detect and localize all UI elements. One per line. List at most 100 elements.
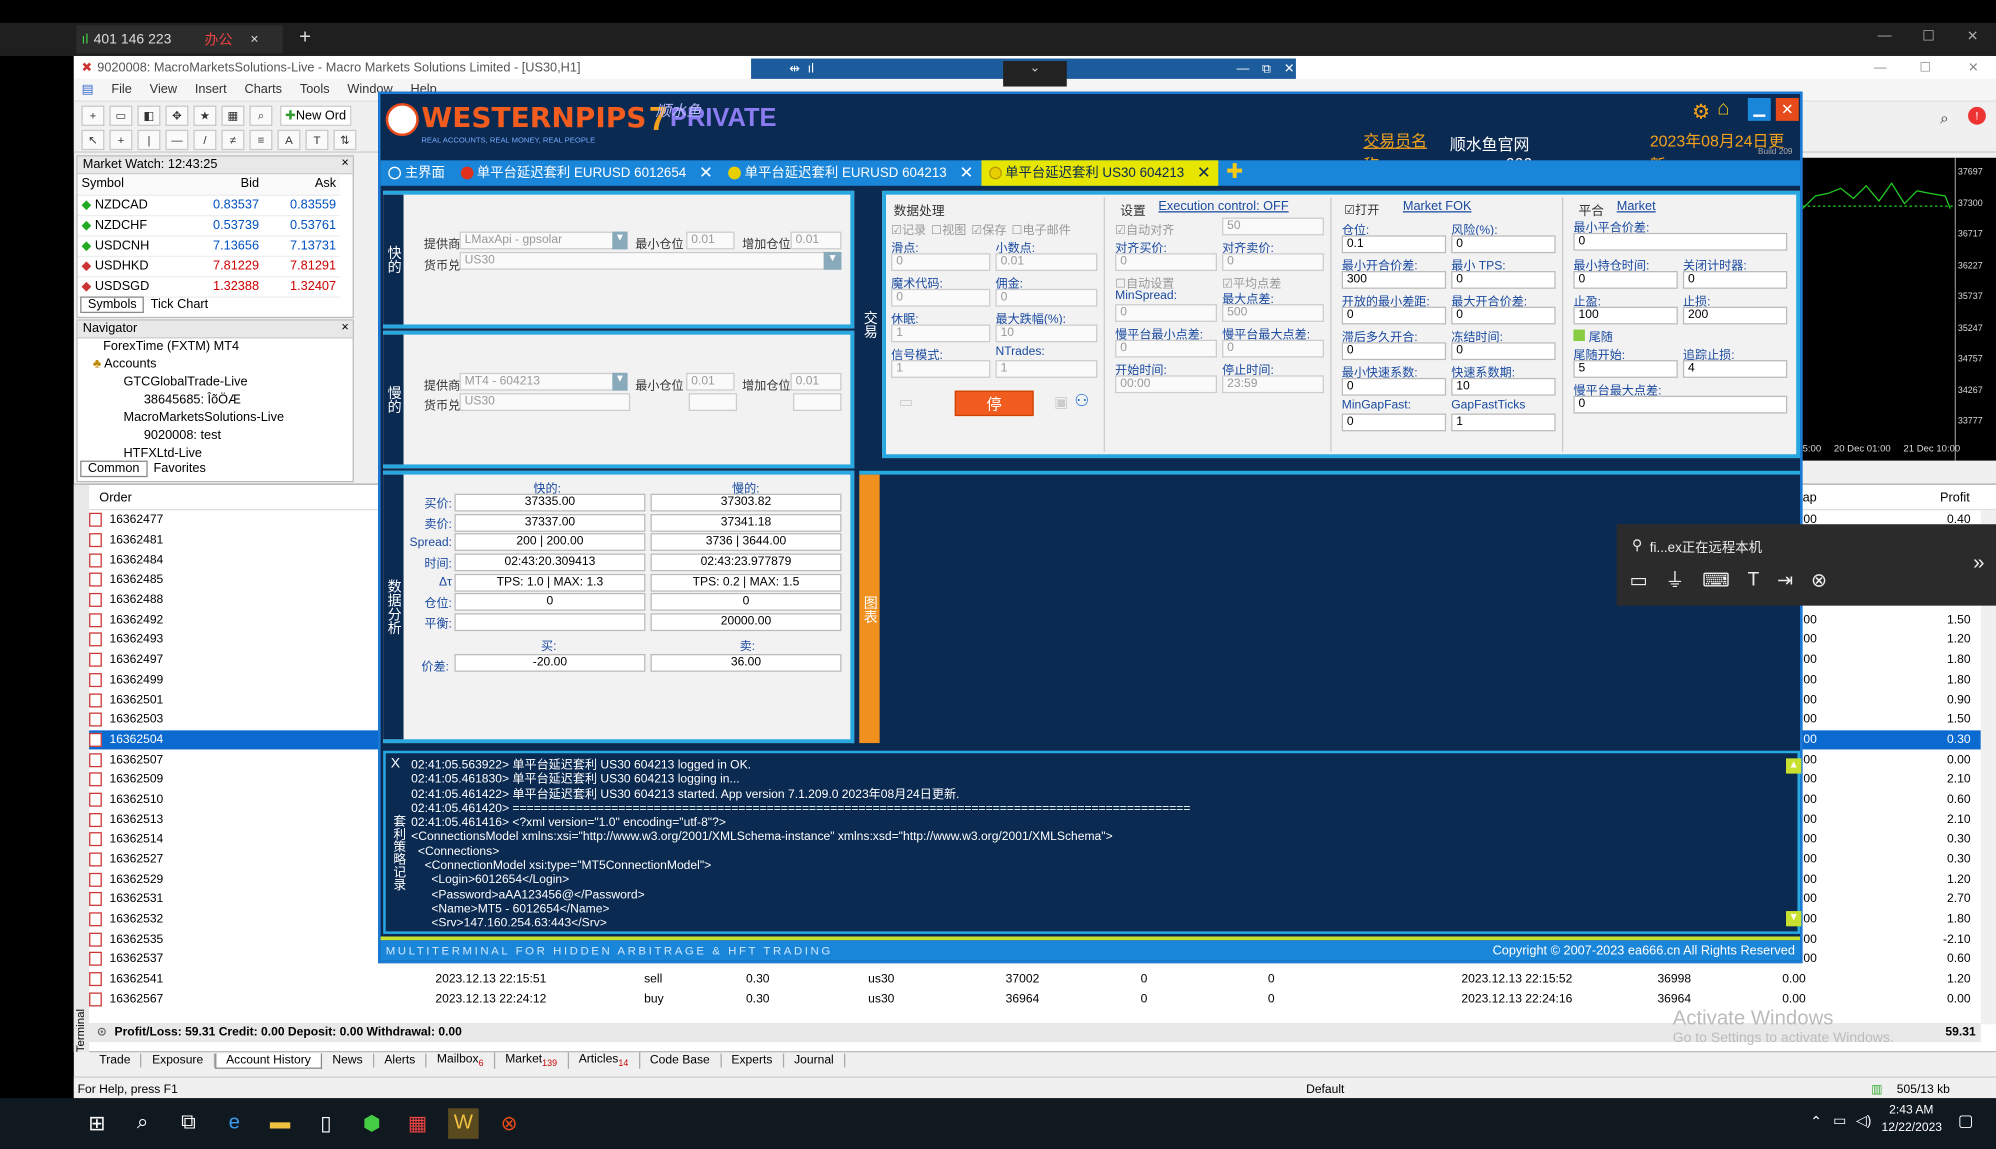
slow-inc-lot[interactable]: 0.01 [790, 372, 842, 391]
slow-max-spread-input[interactable]: 0 [1222, 339, 1324, 358]
tab-eurusd-6012654[interactable]: 单平台延迟套利 EURUSD 6012654 ✕ [453, 160, 721, 185]
disconnect-icon[interactable]: ⊗ [1811, 568, 1827, 591]
remote-session-tab[interactable]: ıl 401 146 223 办公 × [76, 25, 283, 54]
channel-icon[interactable]: ≠ [221, 129, 245, 151]
westernpips-icon[interactable]: W [448, 1108, 479, 1139]
market-row[interactable]: ◆ USDHKD 7.81229 7.81291 [77, 255, 340, 277]
menu-file[interactable]: File [111, 83, 132, 97]
users-icon[interactable]: ⚇ [1074, 391, 1089, 411]
column-header[interactable]: Bid [185, 174, 263, 196]
slow-min-lot[interactable]: 0.01 [686, 372, 735, 391]
menu-tools[interactable]: Tools [300, 83, 330, 97]
data-window-icon[interactable]: ✥ [165, 105, 189, 126]
terminal-tab-mailbox[interactable]: Mailbox6 [427, 1052, 496, 1069]
close-icon[interactable]: ✕ [1284, 62, 1295, 76]
folder-icon[interactable]: ▭ [899, 393, 913, 411]
close-log-icon[interactable]: X [391, 756, 400, 771]
price-chart[interactable]: 37697 37300 36717 36227 35737 35247 34757 34267… [1802, 157, 1996, 461]
decimal-input[interactable]: 0.01 [995, 253, 1098, 272]
tester-icon[interactable]: ⌕ [249, 105, 273, 126]
open-checkbox[interactable]: ☑打开 [1344, 200, 1379, 218]
start-time-input[interactable]: 00:00 [1115, 375, 1217, 394]
notifications-icon[interactable]: ▢ [1958, 1111, 1974, 1131]
minimize-icon[interactable]: — [1237, 62, 1250, 76]
stop-button[interactable]: 停 [954, 390, 1034, 417]
maximize-icon[interactable]: ☐ [1922, 28, 1935, 44]
add-tab-icon[interactable]: + [299, 27, 311, 50]
close-timer-input[interactable]: 0 [1682, 271, 1788, 289]
terminal-icon[interactable]: ▦ [221, 105, 245, 126]
close-icon[interactable]: × [341, 157, 348, 171]
restore-icon[interactable]: ⧉ [1262, 62, 1271, 76]
min-tps-input[interactable]: 0 [1451, 271, 1556, 289]
text-icon[interactable]: A [277, 129, 301, 151]
lot-input[interactable]: 0.1 [1341, 235, 1447, 254]
microphone-icon[interactable]: ⏚ [1665, 566, 1684, 593]
market-row[interactable]: ◆ NZDCAD 0.83537 0.83559 [77, 194, 340, 216]
notepad-icon[interactable]: ▯ [311, 1108, 342, 1139]
account-node[interactable]: 38645685: ÎõÖÆ [88, 392, 353, 410]
tab-eurusd-604213[interactable]: 单平台延迟套利 EURUSD 604213 ✕ [720, 160, 980, 185]
tab-us30-604213[interactable]: 单平台延迟套利 US30 604213 ✕ [980, 160, 1219, 186]
email-checkbox[interactable]: ☐电子邮件 [1012, 220, 1071, 238]
profiles-icon[interactable]: ▭ [109, 105, 133, 126]
server-node[interactable]: MacroMarketsSolutions-Live [88, 410, 353, 428]
tab-tick-chart[interactable]: Tick Chart [144, 298, 214, 312]
maximize-icon[interactable]: ☐ [1920, 60, 1931, 74]
menu-charts[interactable]: Charts [245, 83, 282, 97]
column-header[interactable]: Ask [262, 174, 340, 196]
fast-inc-lot[interactable]: 0.01 [790, 231, 842, 250]
min-hold-input[interactable]: 0 [1573, 271, 1678, 289]
hedge-buy-input[interactable]: 0 [1115, 253, 1217, 272]
app-chart-icon[interactable]: ▦ [402, 1108, 433, 1139]
volume-icon[interactable]: ◁) [1856, 1112, 1871, 1128]
slow-max-input[interactable]: 0 [1573, 395, 1788, 414]
search-icon[interactable]: ⌕ [1940, 109, 1949, 128]
min-spread-input[interactable]: 0 [1115, 304, 1217, 322]
clock-time[interactable]: 2:43 AM [1889, 1103, 1933, 1117]
trail-stop-input[interactable]: 4 [1682, 360, 1788, 378]
execution-control-link[interactable]: Execution control: OFF [1158, 200, 1288, 214]
fast-coef-input[interactable]: 10 [1451, 377, 1556, 396]
terminal-tab-articles[interactable]: Articles14 [569, 1052, 640, 1069]
minimize-icon[interactable]: — [1874, 60, 1887, 74]
freeze-input[interactable]: 0 [1451, 342, 1556, 361]
terminal-tab-exposure[interactable]: Exposure [142, 1053, 215, 1068]
accounts-node[interactable]: ♣ Accounts [88, 356, 353, 374]
slip-input[interactable]: 0 [891, 253, 991, 272]
vertical-line-icon[interactable]: | [137, 129, 161, 151]
terminal-tab-journal[interactable]: Journal [784, 1053, 846, 1068]
stop-loss-input[interactable]: 200 [1682, 306, 1788, 325]
close-tab-icon[interactable]: ✕ [1197, 160, 1211, 185]
auto-hedge-input[interactable]: 50 [1222, 217, 1324, 236]
terminal-tab-alerts[interactable]: Alerts [374, 1053, 427, 1068]
trendline-icon[interactable]: / [193, 129, 217, 151]
terminal-tab-news[interactable]: News [322, 1053, 375, 1068]
tab-common[interactable]: Common [80, 460, 148, 478]
chevron-right-icon[interactable]: » [1973, 552, 1984, 575]
arrows-icon[interactable]: ⇅ [333, 129, 357, 151]
slow-provider-select[interactable]: MT4 - 604213 [459, 372, 628, 391]
crosshair-icon[interactable]: + [109, 129, 133, 151]
file-explorer-icon[interactable]: ▬ [265, 1108, 296, 1139]
close-window-icon[interactable]: ✕ [1967, 28, 1979, 44]
slow-min-spread-input[interactable]: 0 [1115, 339, 1217, 358]
terminal-tab-market[interactable]: Market139 [495, 1052, 569, 1069]
risk-input[interactable]: 0 [1451, 235, 1556, 254]
tab-favorites[interactable]: Favorites [147, 462, 212, 476]
app-green-icon[interactable]: ⬢ [356, 1108, 387, 1139]
slow-extra-input[interactable] [688, 393, 738, 411]
stop-time-input[interactable]: 23:59 [1222, 375, 1324, 394]
task-view-icon[interactable]: ⧉ [173, 1108, 204, 1139]
mt4-icon[interactable]: ⊗ [494, 1108, 525, 1139]
clock-date[interactable]: 12/22/2023 [1881, 1121, 1942, 1135]
column-profit[interactable]: Profit [1940, 491, 1970, 505]
fast-pair-select[interactable]: US30 [459, 251, 842, 270]
market-row[interactable]: ◆ USDSGD 1.32388 1.32407 [77, 276, 340, 298]
view-checkbox[interactable]: ☐视图 [931, 220, 966, 238]
magic-input[interactable]: 0 [891, 288, 991, 307]
search-icon[interactable]: ⌕ [127, 1108, 158, 1139]
server-node[interactable]: GTCGlobalTrade-Live [88, 374, 353, 392]
new-order-button[interactable]: ✚ New Ord [280, 105, 352, 126]
chevron-down-icon[interactable]: ▼ [612, 372, 628, 391]
